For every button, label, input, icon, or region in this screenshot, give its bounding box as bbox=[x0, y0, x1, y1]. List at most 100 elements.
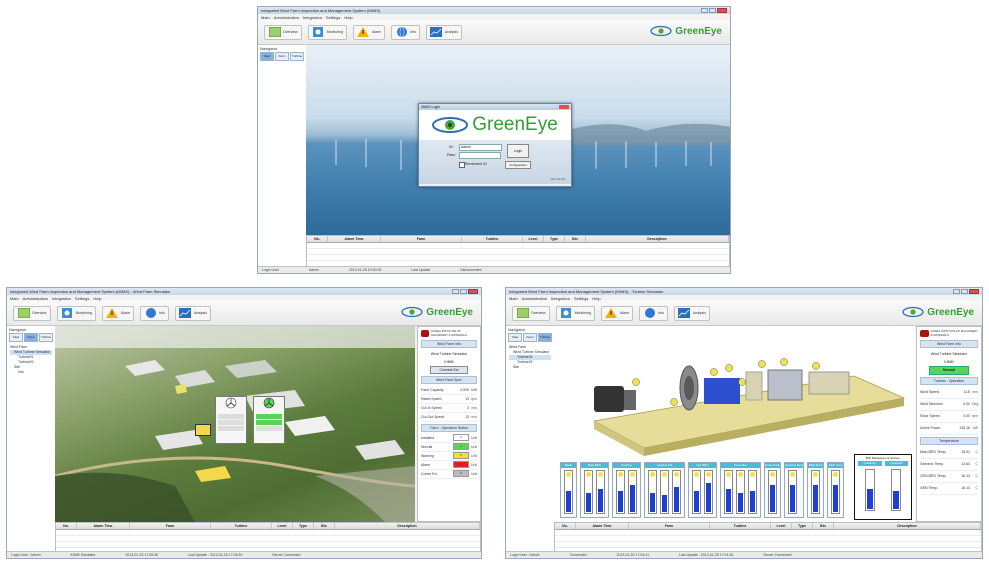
sensor-gauge-group[interactable]: Blade bbox=[560, 462, 577, 518]
menu-item[interactable]: Settings bbox=[75, 296, 89, 301]
info-button[interactable]: Info bbox=[391, 24, 420, 40]
close-button[interactable] bbox=[969, 289, 979, 294]
tab-view[interactable]: View bbox=[9, 333, 23, 342]
col-type: Type bbox=[293, 523, 314, 529]
menu-item[interactable]: Help bbox=[93, 296, 101, 301]
maximize-button[interactable] bbox=[961, 289, 968, 294]
menu-item[interactable]: Settings bbox=[574, 296, 588, 301]
sensor-gauge-group[interactable]: Gearbox bbox=[612, 462, 641, 518]
overview-button[interactable]: Overview bbox=[13, 305, 51, 321]
menu-item[interactable]: Administration bbox=[522, 296, 547, 301]
turbine-status-badge: Normal bbox=[929, 366, 969, 375]
alarm-button[interactable]: Alarm bbox=[600, 305, 634, 321]
sensor-gauge-group[interactable]: BRG Temp bbox=[807, 462, 825, 518]
overview-icon bbox=[17, 308, 30, 319]
menu-item[interactable]: Administration bbox=[23, 296, 48, 301]
monitoring-button[interactable]: Monitoring bbox=[307, 24, 347, 40]
tab-farm[interactable]: Farm bbox=[523, 333, 537, 342]
menu-item[interactable]: Help bbox=[592, 296, 600, 301]
info-button[interactable]: Info bbox=[140, 305, 169, 321]
table-row[interactable] bbox=[307, 255, 729, 261]
overview-button[interactable]: Overview bbox=[512, 305, 550, 321]
overview-button[interactable]: Overview bbox=[264, 24, 302, 40]
configuration-button[interactable]: Configuration bbox=[505, 161, 531, 169]
login-button[interactable]: Login bbox=[507, 144, 529, 158]
tab-farm[interactable]: Farm bbox=[24, 333, 38, 342]
analysis-button[interactable]: Analysis bbox=[174, 305, 211, 321]
close-button[interactable] bbox=[717, 8, 727, 13]
gauge-fill bbox=[790, 485, 795, 512]
gauge-fill bbox=[706, 483, 711, 512]
institute-logo: KOREA INSTITUTE OF MACHINERY & MATERIALS bbox=[920, 330, 978, 337]
menu-item[interactable]: Administration bbox=[274, 15, 299, 20]
connect-button[interactable]: Connect Ext bbox=[430, 366, 468, 374]
window-title: Integrated Wind Farm Inspection and Mana… bbox=[10, 289, 171, 294]
dialog-close-button[interactable] bbox=[559, 105, 569, 109]
status-connection: Disconnected bbox=[460, 268, 482, 272]
tab-turbine[interactable]: Turbine bbox=[538, 333, 552, 342]
turbine-status-card[interactable] bbox=[253, 396, 285, 444]
tab-view[interactable]: View bbox=[260, 52, 274, 61]
menu-item[interactable]: Main bbox=[261, 15, 270, 20]
sensor-gauge-group[interactable]: Gearbox HS bbox=[644, 462, 685, 518]
menu-item[interactable]: Integration bbox=[303, 15, 322, 20]
sensor-gauge-group[interactable]: Main BRG bbox=[580, 462, 609, 518]
col-description: Description bbox=[586, 236, 729, 242]
table-row[interactable] bbox=[555, 542, 981, 548]
menu-item[interactable]: Help bbox=[344, 15, 352, 20]
analysis-button[interactable]: Analysis bbox=[425, 24, 462, 40]
monitoring-button[interactable]: Monitoring bbox=[56, 305, 96, 321]
status-count-chip: 0 bbox=[453, 452, 469, 459]
section-header: Wind Farm Spec bbox=[421, 376, 477, 384]
tab-farm[interactable]: Farm bbox=[275, 52, 289, 61]
menu-item[interactable]: Main bbox=[509, 296, 518, 301]
tree-item[interactable]: Info bbox=[10, 370, 52, 375]
turbine-status-card[interactable] bbox=[215, 396, 247, 444]
dialog-title: IWMS Login bbox=[421, 105, 441, 109]
drivetrain-view[interactable]: Blade Main BRG Gearbox Gearbox HS Gen BRG Gen… bbox=[554, 326, 916, 522]
col-bin: Bin bbox=[314, 523, 335, 529]
gauge-bar bbox=[788, 470, 797, 514]
tree-item[interactable]: Site bbox=[509, 365, 551, 370]
maximize-button[interactable] bbox=[460, 289, 467, 294]
sensor-gauge-group[interactable]: Gearbox Temp bbox=[784, 462, 805, 518]
institute-logo: KOREA INSTITUTE OF MACHINERY & MATERIALS bbox=[421, 330, 477, 337]
sensor-gauge-group[interactable]: Rotor Temp bbox=[764, 462, 781, 518]
globe-icon bbox=[395, 27, 408, 38]
sensor-gauge-group[interactable]: Gen BRG bbox=[688, 462, 717, 518]
alarm-button[interactable]: Alarm bbox=[352, 24, 386, 40]
tab-view[interactable]: View bbox=[508, 333, 522, 342]
menu-item[interactable]: Settings bbox=[326, 15, 340, 20]
tab-turbine[interactable]: Turbine bbox=[39, 333, 53, 342]
id-input[interactable]: Admin bbox=[459, 144, 502, 151]
menu-item[interactable]: Integration bbox=[52, 296, 71, 301]
col-type: Type bbox=[792, 523, 813, 529]
turbine-marker[interactable] bbox=[195, 424, 211, 436]
alarm-button[interactable]: Alarm bbox=[101, 305, 135, 321]
col-alarm-time: Alarm Time bbox=[77, 523, 130, 529]
aerial-site-map[interactable] bbox=[55, 326, 415, 522]
section-header: Wind Farm Info bbox=[920, 340, 978, 348]
gauge-bar bbox=[748, 470, 757, 514]
analysis-button[interactable]: Analysis bbox=[673, 305, 710, 321]
close-button[interactable] bbox=[468, 289, 478, 294]
bolt-gauge[interactable]: Location1 bbox=[858, 461, 882, 511]
bolt-gauge[interactable]: Location2 bbox=[884, 461, 908, 511]
monitoring-button[interactable]: Monitoring bbox=[555, 305, 595, 321]
minimize-button[interactable] bbox=[452, 289, 459, 294]
table-row[interactable] bbox=[56, 542, 480, 548]
menu-item[interactable]: Integration bbox=[551, 296, 570, 301]
menu-item[interactable]: Main bbox=[10, 296, 19, 301]
minimize-button[interactable] bbox=[953, 289, 960, 294]
col-turbine: Turbine bbox=[710, 523, 771, 529]
password-input[interactable] bbox=[459, 152, 501, 159]
minimize-button[interactable] bbox=[701, 8, 708, 13]
maximize-button[interactable] bbox=[709, 8, 716, 13]
col-no: No. bbox=[555, 523, 576, 529]
info-button[interactable]: Info bbox=[639, 305, 668, 321]
sensor-gauge-group[interactable]: Generator bbox=[720, 462, 761, 518]
temperature-row: GEN BRG Temp. 16.13 C bbox=[920, 471, 978, 483]
gauge-bar bbox=[596, 470, 605, 514]
sensor-gauge-group[interactable]: GEN Temp bbox=[827, 462, 845, 518]
tab-turbine[interactable]: Turbine bbox=[290, 52, 304, 61]
